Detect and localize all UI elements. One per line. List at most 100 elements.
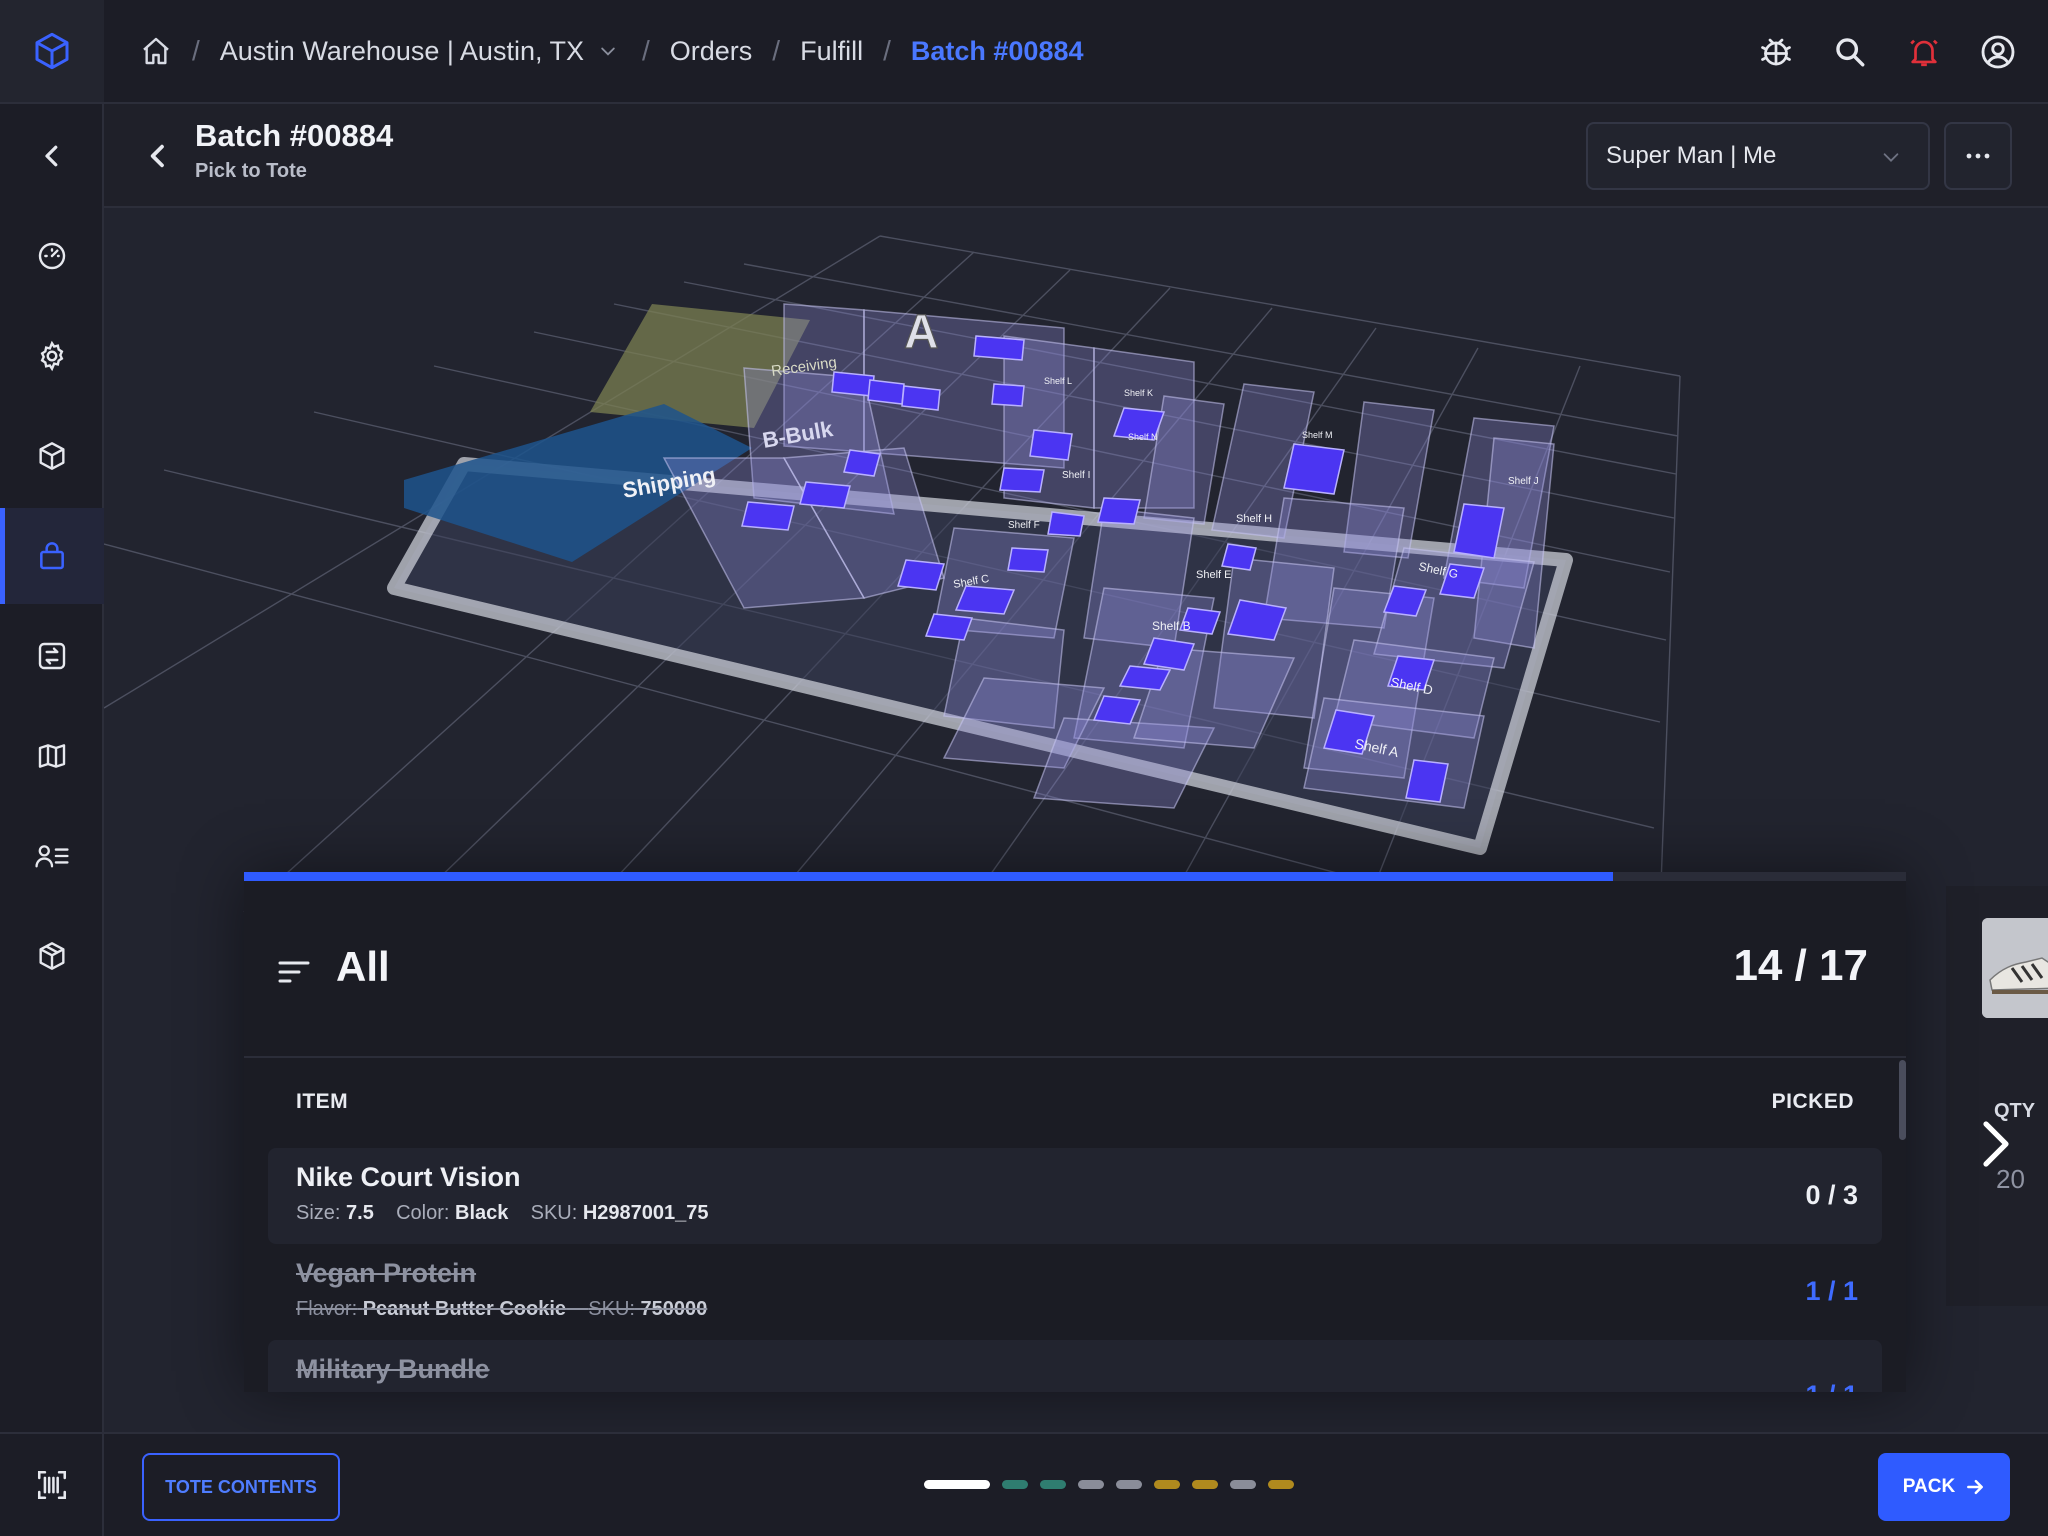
step-dot[interactable] [924, 1480, 990, 1489]
step-dot[interactable] [1078, 1480, 1104, 1489]
step-dot[interactable] [1268, 1480, 1294, 1489]
step-dot[interactable] [1002, 1480, 1028, 1489]
chevron-down-icon [601, 47, 615, 56]
search-button[interactable] [1828, 30, 1872, 74]
rack-boxes [662, 303, 1555, 809]
bottom-action-bar: TOTE CONTENTS PACK [104, 1432, 2048, 1536]
sidebar-item-map[interactable] [0, 708, 104, 804]
breadcrumb-separator: / [192, 35, 200, 66]
step-dot[interactable] [1116, 1480, 1142, 1489]
account-button[interactable] [1976, 30, 2020, 74]
pick-progress-fill [244, 872, 1614, 881]
shelf-label: Shelf I [1062, 470, 1090, 481]
list-item[interactable]: Military Bundle 1 / 1 [268, 1340, 1882, 1392]
item-picked-count: 0 / 3 [1805, 1180, 1858, 1210]
search-icon [1836, 38, 1865, 67]
home-icon [143, 37, 169, 65]
home-breadcrumb[interactable] [140, 35, 172, 67]
shelf-label: Shelf K [1124, 388, 1153, 398]
step-dot[interactable] [1230, 1480, 1256, 1489]
step-dot[interactable] [1154, 1480, 1180, 1489]
attr-value: 7.5 [346, 1202, 374, 1224]
assignee-select[interactable]: Super Man | Me [1586, 122, 1930, 190]
step-dot[interactable] [1192, 1480, 1218, 1489]
breadcrumb-separator: / [883, 35, 891, 66]
filter-label[interactable]: All [336, 943, 390, 991]
pack-button-label: PACK [1902, 1476, 1956, 1497]
bell-icon [1910, 39, 1938, 67]
shelf-label: Shelf L [1044, 376, 1072, 386]
attr-value: Peanut Butter Cookie [362, 1298, 567, 1320]
tote-contents-button[interactable]: TOTE CONTENTS [142, 1453, 340, 1521]
column-header-item: ITEM [296, 1090, 349, 1113]
more-options-button[interactable] [1944, 122, 2012, 190]
pick-progress-bar [244, 872, 1906, 881]
item-picked-count: 1 / 1 [1805, 1276, 1858, 1306]
pick-list: Nike Court Vision Size: 7.5 Color: Black… [268, 1148, 1882, 1392]
more-horizontal-icon [1966, 153, 1990, 159]
sidebar-item-orders[interactable] [0, 508, 104, 604]
back-button[interactable] [140, 138, 176, 174]
breadcrumb-warehouse[interactable]: Austin Warehouse | Austin, TX [220, 36, 618, 67]
next-item-button[interactable] [1976, 1114, 2016, 1174]
shelf-label: Shelf M [1302, 430, 1333, 440]
list-item[interactable]: Nike Court Vision Size: 7.5 Color: Black… [268, 1148, 1882, 1244]
breadcrumb-fulfill[interactable]: Fulfill [800, 36, 863, 67]
item-attributes: Size: 7.5 Color: Black SKU: H2987001_75 [296, 1202, 709, 1225]
attr-key: Size: [296, 1202, 341, 1224]
breadcrumb: / Austin Warehouse | Austin, TX / Orders… [140, 35, 1084, 67]
attr-key: Flavor: [296, 1298, 358, 1320]
attr-value: H2987001_75 [582, 1202, 709, 1224]
breadcrumb-separator: / [772, 35, 781, 66]
sidebar-item-inventory[interactable] [0, 408, 104, 504]
gear-icon [40, 340, 64, 372]
sidebar-scan-button[interactable] [0, 1432, 104, 1536]
sidebar-collapse-button[interactable] [0, 108, 104, 204]
package-icon [39, 942, 65, 970]
sidebar-item-dashboard[interactable] [0, 208, 104, 304]
product-thumbnail [1982, 918, 2048, 1018]
sidebar-item-settings[interactable] [0, 308, 104, 404]
next-item-card[interactable]: QTY 20 [1946, 886, 2048, 1306]
zone-a-label: A [904, 306, 939, 359]
scrollbar-thumb[interactable] [1899, 1060, 1906, 1140]
chevron-left-icon [150, 144, 164, 168]
arrow-right-icon [1967, 1479, 1984, 1495]
gauge-icon [38, 242, 66, 270]
shelf-label: Shelf E [1196, 569, 1231, 581]
item-name: Military Bundle [296, 1354, 490, 1384]
page-title: Batch #00884 [195, 118, 394, 153]
user-circle-icon [1981, 35, 2015, 69]
bug-icon [1761, 38, 1791, 66]
pick-list-header: All 14 / 17 [244, 881, 1906, 1058]
shelf-label: Shelf H [1236, 513, 1272, 525]
sidebar-item-packages[interactable] [0, 908, 104, 1004]
notifications-button[interactable] [1902, 30, 1946, 74]
attr-key: Color: [396, 1202, 450, 1224]
top-actions [1754, 30, 2020, 74]
attr-key: SKU: [588, 1298, 635, 1320]
pick-list-panel: All 14 / 17 ITEM PICKED Nike Court Visio… [244, 872, 1906, 1392]
breadcrumb-batch: Batch #00884 [910, 35, 1084, 66]
shelf-label: Shelf N [1128, 432, 1158, 442]
shelf-label: Shelf B [1152, 619, 1191, 633]
assignee-select-value: Super Man | Me [1606, 142, 1777, 169]
barcode-scan-icon [37, 1470, 67, 1500]
cube-logo-icon [35, 32, 69, 70]
logo[interactable] [0, 0, 104, 104]
bug-report-button[interactable] [1754, 30, 1798, 74]
shelf-label: Shelf J [1508, 476, 1539, 487]
list-item[interactable]: Vegan Protein Flavor: Peanut Butter Cook… [268, 1244, 1882, 1340]
pack-button[interactable]: PACK [1878, 1453, 2010, 1521]
sidebar-item-users[interactable] [0, 808, 104, 904]
sidebar-item-transfers[interactable] [0, 608, 104, 704]
breadcrumb-orders[interactable]: Orders [670, 36, 753, 67]
step-dot[interactable] [1040, 1480, 1066, 1489]
chevron-down-icon [1883, 153, 1899, 162]
attr-key: SKU: [530, 1202, 578, 1224]
attr-value: 750000 [640, 1298, 708, 1320]
filter-icon[interactable] [278, 959, 310, 985]
batch-header: Batch #00884 Pick to Tote Super Man | Me [104, 104, 2048, 208]
user-list-icon [35, 845, 69, 868]
column-header-picked: PICKED [1771, 1090, 1854, 1113]
